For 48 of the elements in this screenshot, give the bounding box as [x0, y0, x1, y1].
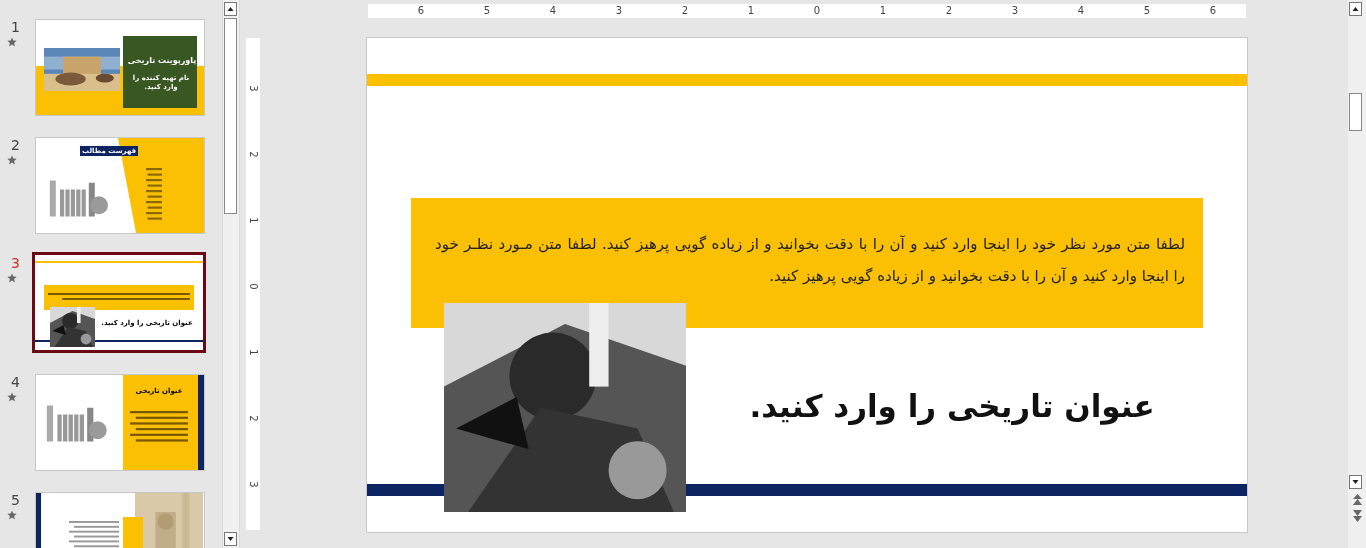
scroll-thumb[interactable] — [224, 18, 237, 214]
ruler-number: 3 — [1010, 4, 1020, 18]
ruler-number: 4 — [548, 4, 558, 18]
scroll-down-button[interactable] — [224, 532, 237, 546]
ruler-number: 1 — [247, 216, 259, 224]
star-icon — [6, 392, 17, 402]
ruler-number: 4 — [1076, 4, 1086, 18]
list-lines-drawing — [146, 168, 162, 223]
up-icon — [226, 5, 235, 13]
ruler-number: 1 — [746, 4, 756, 18]
down-icon — [1351, 478, 1360, 486]
slide-number: 2 — [11, 137, 20, 153]
ruler-number: 2 — [944, 4, 954, 18]
star-icon — [6, 155, 17, 165]
slide-title: عنوان تاریخی را وارد کنید. — [748, 388, 1156, 424]
ruler-number: 0 — [812, 4, 822, 18]
ruler-number: 1 — [878, 4, 888, 18]
ruler-number: 6 — [416, 4, 426, 18]
up-icon — [1351, 5, 1360, 13]
scroll-up-button[interactable] — [224, 2, 237, 16]
text-lines-drawing — [130, 411, 188, 445]
scroll-up-button[interactable] — [1349, 2, 1362, 16]
ruler-number: 2 — [247, 414, 259, 422]
star-icon — [6, 273, 17, 283]
ruler-number: 2 — [247, 150, 259, 158]
ruler-number: 3 — [614, 4, 624, 18]
slide-number: 3 — [11, 255, 20, 271]
body-text: لطفا متن مورد نظر خود را اینجا وارد کنید و آن را با دقت بخوانید و از زیاده گویی پرهیز کنید. لطفا متن مـورد نظـر خود را اینجا وارد کنید و آن را با دقت بخوانید و از زیاده گویی پرهیز کنید. — [435, 234, 1185, 287]
ruler-number: 3 — [247, 480, 259, 488]
star-icon — [6, 510, 17, 520]
star-icon — [6, 37, 17, 47]
scroll-down-button[interactable] — [1349, 475, 1362, 489]
slide-number: 5 — [11, 492, 20, 508]
ruler-number: 5 — [1142, 4, 1152, 18]
thumbnail-title: پاورپوینت تاریخی — [127, 56, 197, 65]
ruler-number: 0 — [247, 282, 259, 290]
slide-number: 1 — [11, 19, 20, 35]
ruler-number: 5 — [482, 4, 492, 18]
down-icon — [226, 535, 235, 543]
previous-slide-icon[interactable] — [1352, 494, 1363, 506]
scroll-thumb[interactable] — [1349, 93, 1362, 131]
ruler-number: 2 — [680, 4, 690, 18]
ruler-number: 1 — [247, 348, 259, 356]
ruler-number: 3 — [247, 84, 259, 92]
text-lines-drawing — [69, 521, 119, 548]
ruler-number: 6 — [1208, 4, 1218, 18]
next-slide-icon[interactable] — [1352, 510, 1363, 522]
slide-number: 4 — [11, 374, 20, 390]
